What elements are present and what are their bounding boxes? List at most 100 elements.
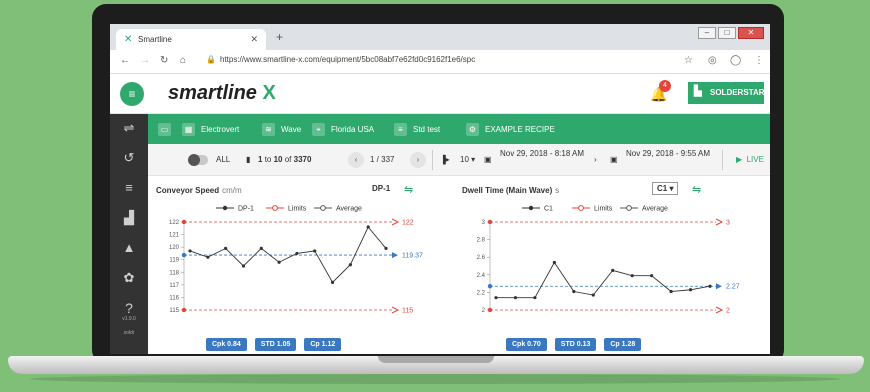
maximize-icon[interactable]: □ xyxy=(718,27,736,39)
history-icon[interactable]: ↺ xyxy=(110,150,148,166)
pagination-bar: ALL ▮ 1 to 10 of 3370 ‹ 1 / 337 › ▐▸ 10 … xyxy=(148,144,770,176)
new-tab-icon[interactable]: + xyxy=(276,30,283,44)
cp-badge: Cp 1.28 xyxy=(604,338,642,351)
series-selector[interactable]: DP-1 xyxy=(372,184,390,193)
series-point xyxy=(188,249,192,253)
chart-settings-icon[interactable]: ⇋ xyxy=(404,183,413,196)
laptop-shadow xyxy=(30,374,840,384)
extension-icon[interactable]: ◎ xyxy=(708,55,717,66)
url-text: https://www.smartline-x.com/equipment/5b… xyxy=(219,55,476,64)
series-point xyxy=(533,296,537,300)
filter-location[interactable]: ⌖ Florida USA xyxy=(312,123,374,136)
filter-label: Std test xyxy=(413,125,441,134)
y-tick-label: 122 xyxy=(169,220,180,226)
browser-toolbar: ← → ↻ ⌂ 🔒 https://www.smartline-x.com/equ… xyxy=(110,50,770,74)
series-point xyxy=(366,225,370,229)
laptop-notch xyxy=(378,356,494,363)
warning-icon[interactable]: ▲ xyxy=(110,240,148,255)
filter-test[interactable]: ≡ Std test xyxy=(394,123,440,136)
average-label: 119.37 xyxy=(402,253,423,260)
chart-settings-icon[interactable]: ⇋ xyxy=(692,183,701,196)
series-point xyxy=(650,274,654,278)
upper-limit-label: 3 xyxy=(726,220,730,227)
series-point xyxy=(295,251,299,256)
user-account-button[interactable]: ▙ SOLDERSTAR xyxy=(688,82,765,104)
smartline-favicon-icon: ✕ xyxy=(124,34,133,45)
lower-limit-label: 2 xyxy=(726,308,730,315)
profile-icon[interactable]: ◯ xyxy=(730,55,741,66)
y-tick-label: 2.8 xyxy=(477,238,486,244)
date-to[interactable]: Nov 29, 2018 - 9:55 AM xyxy=(626,148,716,159)
smartline-logo: smartline X xyxy=(168,82,276,105)
monitor-icon: ▭ xyxy=(158,123,171,136)
browser-tab-title: Smartline xyxy=(138,35,172,44)
lower-limit-marker xyxy=(181,307,187,313)
lock-icon: 🔒 xyxy=(206,55,216,64)
chart-unit: s xyxy=(555,186,560,195)
filter-machine[interactable]: ▦ Electrovert xyxy=(182,123,239,136)
upper-limit-label: 122 xyxy=(402,220,414,227)
average-marker xyxy=(181,252,187,258)
average-marker xyxy=(487,284,493,289)
date-from[interactable]: Nov 29, 2018 - 8:18 AM xyxy=(500,148,588,159)
page-indicator: 1 / 337 xyxy=(370,155,395,164)
calendar-to-icon[interactable]: ▣ xyxy=(610,155,618,164)
legend-series-marker xyxy=(222,205,228,211)
user-short-label[interactable]: soldr xyxy=(111,330,147,336)
series-point xyxy=(669,289,673,294)
back-icon[interactable]: ← xyxy=(120,55,130,66)
settings-icon[interactable]: ✿ xyxy=(110,270,148,286)
series-selector[interactable]: C1 ▾ xyxy=(652,182,679,195)
series-point xyxy=(688,288,693,292)
filter-icon[interactable]: ⇌ xyxy=(110,120,148,136)
chart-title: Dwell Time (Main Wave) s xyxy=(462,186,560,195)
minimize-icon[interactable]: – xyxy=(698,27,716,39)
y-tick-label: 119 xyxy=(169,258,179,264)
play-icon: ▶ xyxy=(736,155,743,164)
list-icon[interactable]: ≡ xyxy=(110,180,148,195)
wave-icon: ≋ xyxy=(262,123,275,136)
calendar-from-icon[interactable]: ▣ xyxy=(484,155,492,164)
forward-icon[interactable]: → xyxy=(140,55,150,66)
location-icon: ⌖ xyxy=(312,123,325,136)
version-text: v1.9.0 xyxy=(122,316,136,322)
series-point xyxy=(313,249,317,253)
filter-process[interactable]: ≋ Wave xyxy=(262,123,301,136)
close-tab-icon[interactable]: ✕ xyxy=(250,34,258,45)
lower-limit-marker xyxy=(487,307,493,313)
filter-recipe[interactable]: ⚙ EXAMPLE RECIPE xyxy=(466,123,555,136)
help-icon[interactable]: ? xyxy=(110,300,148,316)
upper-limit-marker xyxy=(181,219,187,225)
conveyor-speed-plot: DP-1 Limits Average 122 121 120 119 118 117 116 11… xyxy=(169,205,423,315)
close-window-icon[interactable]: ✕ xyxy=(738,27,764,39)
live-button[interactable]: ▶ LIVE xyxy=(736,155,764,164)
filter-monitor[interactable]: ▭ xyxy=(158,123,177,136)
chart-icon[interactable]: ▟ xyxy=(110,210,148,226)
y-tick-label: 2 xyxy=(482,308,486,314)
upper-limit-arrow xyxy=(391,218,400,226)
legend-average-label: Average xyxy=(336,206,362,213)
per-page-select[interactable]: 10 ▾ xyxy=(460,155,475,164)
reload-icon[interactable]: ↻ xyxy=(160,55,168,66)
average-arrow xyxy=(716,283,722,290)
address-bar[interactable]: 🔒 https://www.smartline-x.com/equipment/5… xyxy=(206,55,475,64)
logo-text: smartline xyxy=(168,82,257,104)
series-point xyxy=(513,296,518,300)
home-icon[interactable]: ⌂ xyxy=(180,55,186,66)
upper-limit-arrow xyxy=(715,218,724,226)
prev-page-icon[interactable]: ‹ xyxy=(348,152,364,168)
next-page-icon[interactable]: › xyxy=(410,152,426,168)
series-point xyxy=(494,296,498,300)
stats-row: Cpk 0.70 STD 0.13 Cp 1.28 xyxy=(506,338,642,351)
browser-tab[interactable]: ✕ Smartline ✕ xyxy=(116,29,266,50)
series-point xyxy=(206,255,210,259)
y-tick-label: 118 xyxy=(169,270,179,276)
std-badge: STD 1.05 xyxy=(254,338,297,351)
all-toggle[interactable] xyxy=(188,154,208,166)
recipe-icon: ⚙ xyxy=(466,123,479,136)
y-tick-label: 2.4 xyxy=(477,273,486,279)
hamburger-menu-icon[interactable]: ≡ xyxy=(120,82,144,106)
browser-menu-icon[interactable]: ⋮ xyxy=(754,55,764,66)
bookmark-star-icon[interactable]: ☆ xyxy=(684,55,693,66)
lower-limit-arrow xyxy=(715,306,724,314)
